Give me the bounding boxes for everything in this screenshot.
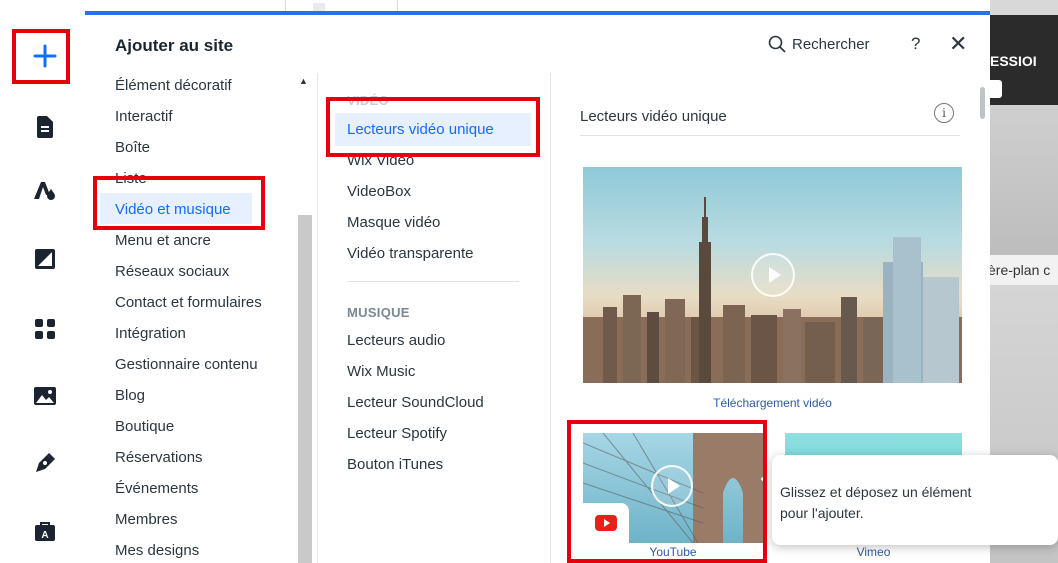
scroll-up-arrow-icon[interactable]: ▲ [299, 76, 308, 86]
content-scrollbar[interactable] [980, 87, 985, 119]
subcategory-item[interactable]: VideoBox [347, 183, 411, 200]
preview-text-fragment-2: ère-plan c [990, 262, 1051, 278]
blog-button[interactable] [22, 440, 68, 486]
subcategory-highlight [326, 97, 540, 157]
background-button[interactable] [22, 236, 68, 282]
info-icon[interactable]: i [934, 103, 954, 123]
search-icon [768, 35, 786, 53]
left-toolbar: A [0, 0, 85, 563]
preview-text-fragment: ESSIOI [990, 53, 1037, 69]
design-icon [34, 182, 55, 200]
category-item[interactable]: Menu et ancre [115, 232, 211, 249]
category-list: Élément décoratif Interactif Boîte Liste… [85, 73, 317, 563]
apps-icon [35, 319, 55, 339]
media-button[interactable] [22, 373, 68, 419]
category-item[interactable]: Contact et formulaires [115, 294, 262, 311]
briefcase-icon: A [35, 522, 55, 541]
column-divider [550, 73, 551, 563]
category-item[interactable]: Élément décoratif [115, 77, 232, 94]
subcategory-item[interactable]: Masque vidéo [347, 214, 440, 231]
category-item[interactable]: Gestionnaire contenu [115, 356, 258, 373]
section-title: Lecteurs vidéo unique [580, 108, 727, 125]
category-item[interactable]: Interactif [115, 108, 173, 125]
pen-icon [36, 452, 56, 472]
subcategory-item[interactable]: Vidéo transparente [347, 245, 473, 262]
category-item[interactable]: Boîte [115, 139, 150, 156]
category-scroll-thumb[interactable] [298, 215, 312, 563]
help-button[interactable]: ? [911, 34, 920, 54]
category-item[interactable]: Intégration [115, 325, 186, 342]
store-button[interactable]: A [22, 508, 68, 554]
media-icon [34, 387, 56, 405]
youtube-highlight [567, 420, 767, 563]
tooltip-text: Glissez et déposez un élément pour l'ajou… [780, 482, 971, 524]
search-button[interactable]: Rechercher [768, 35, 870, 53]
subcategory-item[interactable]: Lecteurs audio [347, 332, 445, 349]
subcategory-item[interactable]: Lecteur SoundCloud [347, 394, 484, 411]
vimeo-caption: Vimeo [856, 545, 891, 559]
category-item[interactable]: Boutique [115, 418, 174, 435]
tooltip-line-1: Glissez et déposez un élément [780, 484, 972, 500]
category-item[interactable]: Réservations [115, 449, 203, 466]
play-icon [751, 253, 795, 297]
search-label: Rechercher [792, 35, 870, 53]
category-item[interactable]: Réseaux sociaux [115, 263, 229, 280]
tooltip-line-2: pour l'ajouter. [780, 505, 864, 521]
pages-icon [37, 116, 53, 138]
subcategory-item[interactable]: Bouton iTunes [347, 456, 443, 473]
category-item[interactable]: Blog [115, 387, 145, 404]
drag-tooltip: Glissez et déposez un élément pour l'ajou… [772, 455, 1058, 545]
add-button-highlight [12, 29, 70, 84]
subcategory-item[interactable]: Wix Music [347, 363, 415, 380]
subcategory-item[interactable]: Lecteur Spotify [347, 425, 447, 442]
panel-title: Ajouter au site [115, 36, 234, 55]
background-icon [35, 249, 55, 269]
music-heading: MUSIQUE [347, 305, 410, 320]
close-button[interactable]: ✕ [949, 31, 967, 57]
svg-text:A: A [41, 530, 48, 541]
video-upload-thumbnail[interactable] [583, 167, 962, 383]
section-divider [580, 135, 960, 136]
pages-button[interactable] [22, 104, 68, 150]
subcategory-divider [347, 281, 519, 282]
apps-button[interactable] [22, 306, 68, 352]
category-highlight [93, 176, 265, 230]
column-divider [317, 73, 318, 563]
category-item[interactable]: Mes designs [115, 542, 199, 559]
video-upload-caption: Téléchargement vidéo [713, 396, 832, 410]
design-button[interactable] [22, 168, 68, 214]
category-item[interactable]: Membres [115, 511, 178, 528]
category-item[interactable]: Événements [115, 480, 198, 497]
